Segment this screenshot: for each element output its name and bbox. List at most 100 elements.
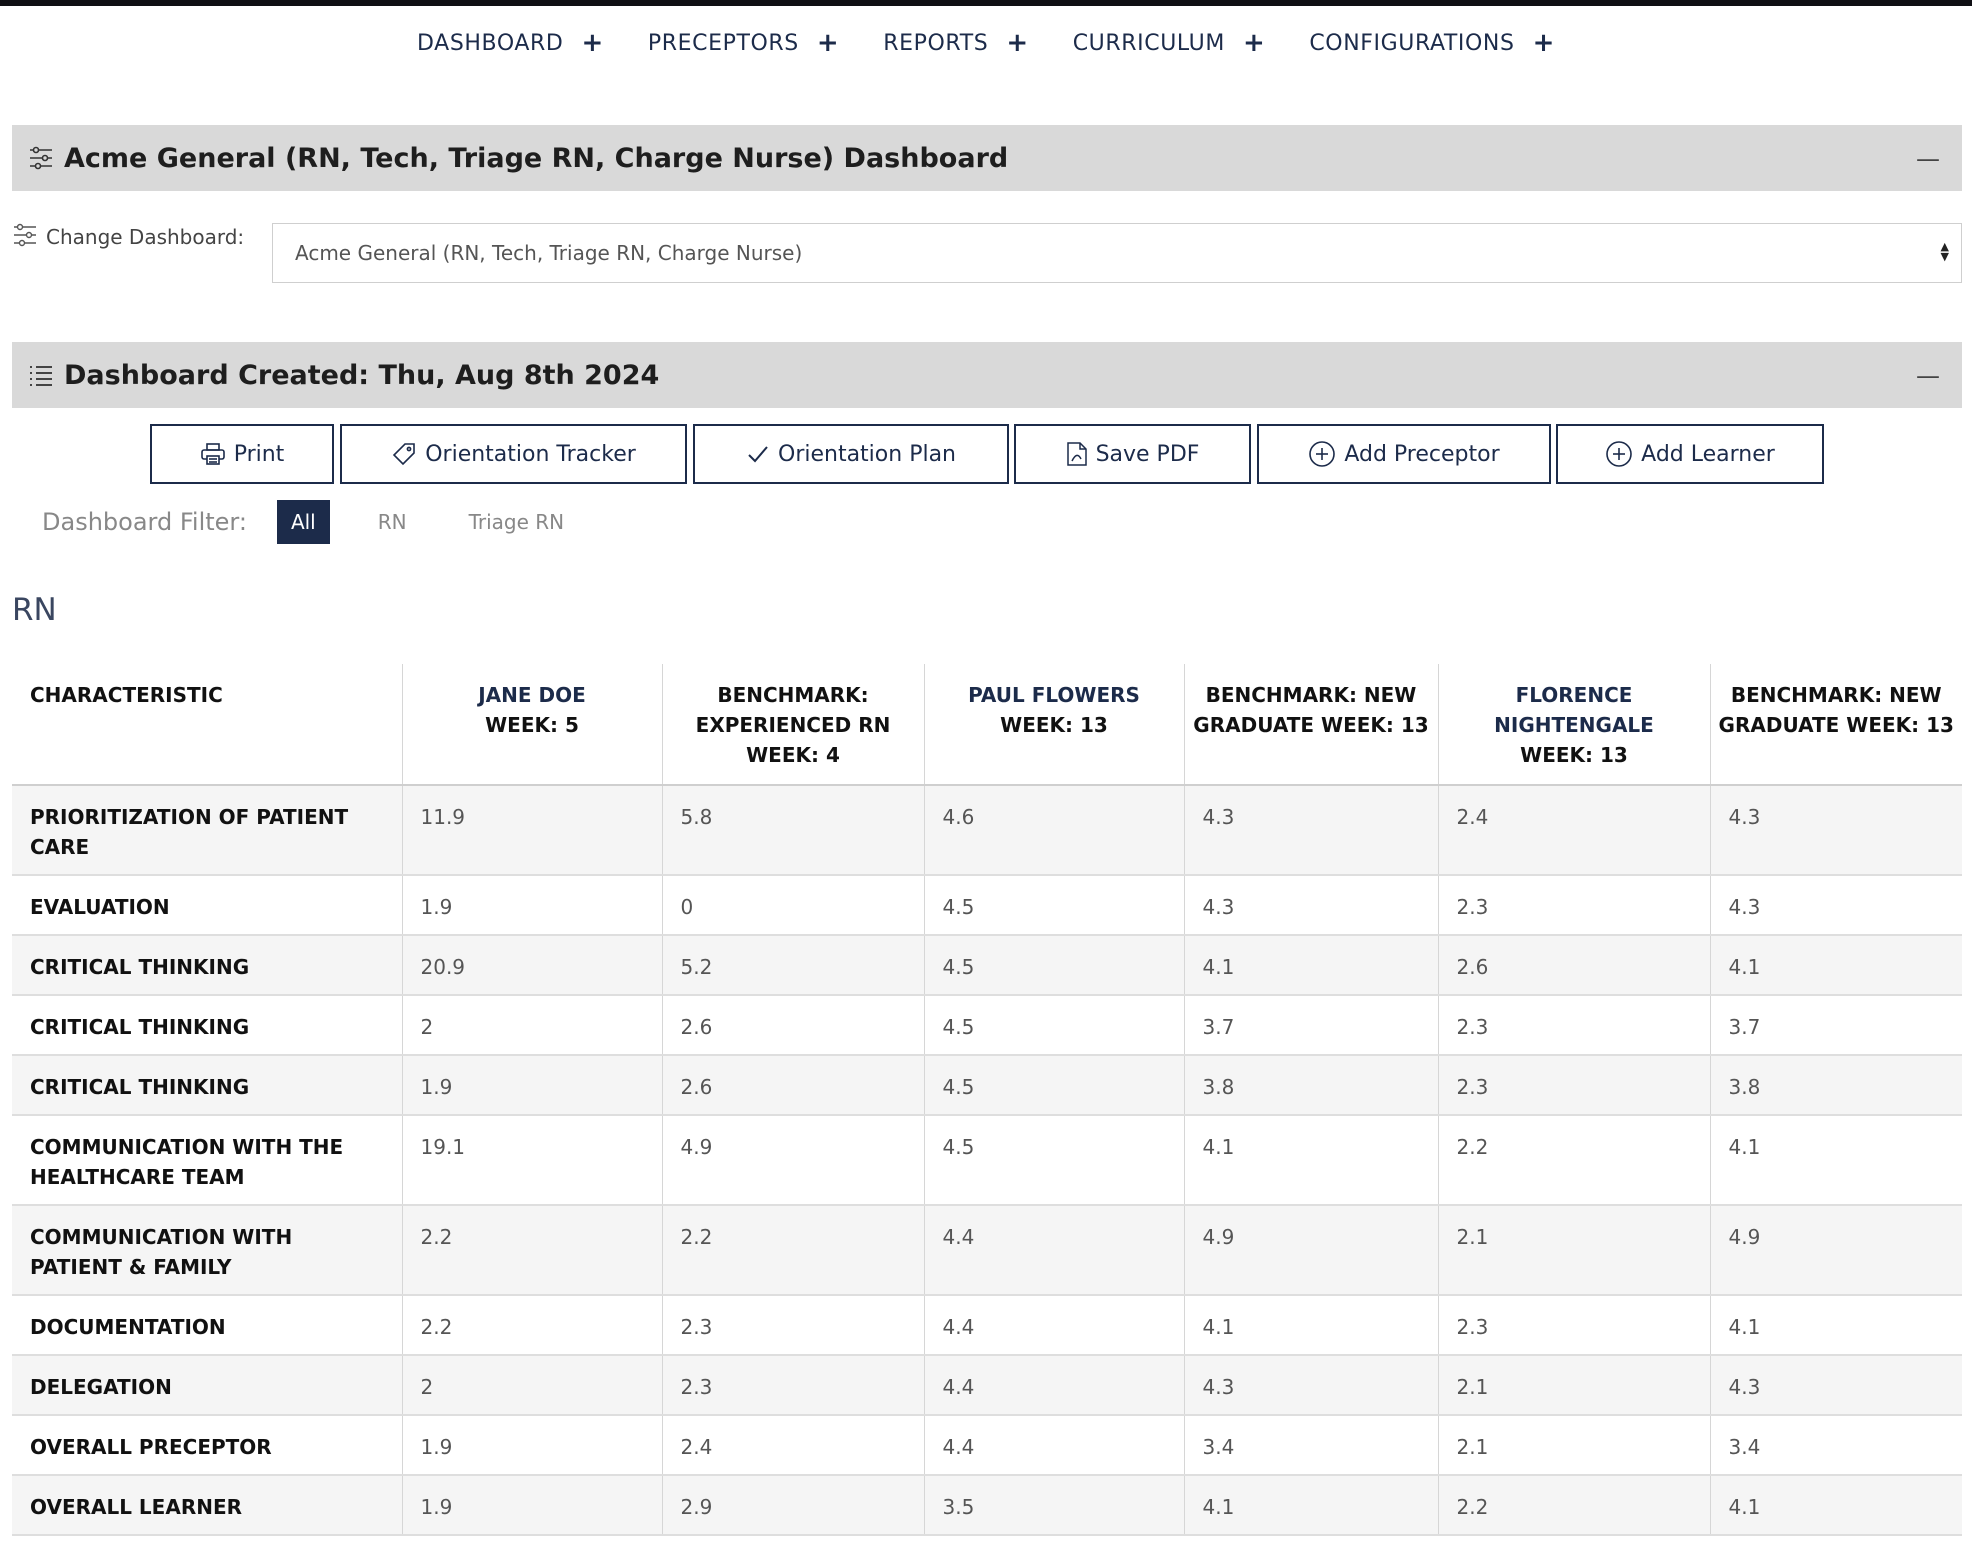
dashboard-select[interactable]: Acme General (RN, Tech, Triage RN, Charg… xyxy=(272,223,1962,283)
header-jane-doe: JANE DOE WEEK: 5 xyxy=(401,664,662,785)
top-border xyxy=(0,0,1972,6)
score-cell: 4.5 xyxy=(923,1115,1184,1205)
score-cell: 4.5 xyxy=(923,875,1184,935)
score-cell: 4.3 xyxy=(1183,1355,1438,1415)
score-cell: 2 xyxy=(401,995,662,1055)
table-row: DELEGATION 2 2.3 4.4 4.3 2.1 4.3 xyxy=(12,1355,1962,1415)
orientation-tracker-button[interactable]: Orientation Tracker xyxy=(340,424,687,484)
score-cell: 3.8 xyxy=(1183,1055,1438,1115)
created-header: Dashboard Created: Thu, Aug 8th 2024 — xyxy=(12,342,1962,408)
nav-configurations-label: CONFIGURATIONS xyxy=(1309,30,1515,56)
nav-preceptors-label: PRECEPTORS xyxy=(647,30,799,56)
score-cell: 4.1 xyxy=(1183,1115,1438,1205)
metrics-table-wrap: CHARACTERISTIC JANE DOE WEEK: 5 BENCHMAR… xyxy=(12,664,1962,1536)
score-cell: 2.4 xyxy=(1437,785,1710,875)
characteristic-cell: PRIORITIZATION OF PATIENT CARE xyxy=(30,805,349,859)
plus-circle-icon xyxy=(1605,440,1633,468)
print-button[interactable]: Print xyxy=(150,424,334,484)
header-sub: BENCHMARK: NEW GRADUATE WEEK: 13 xyxy=(1718,683,1954,737)
filter-triage-rn[interactable]: Triage RN xyxy=(455,500,579,544)
metrics-table: CHARACTERISTIC JANE DOE WEEK: 5 BENCHMAR… xyxy=(12,664,1962,1536)
characteristic-cell: EVALUATION xyxy=(30,895,170,919)
nav-preceptors[interactable]: PRECEPTORS + xyxy=(648,30,839,56)
score-cell: 19.1 xyxy=(401,1115,662,1205)
score-cell: 2.1 xyxy=(1437,1415,1710,1475)
score-cell: 1.9 xyxy=(401,875,662,935)
score-cell: 4.1 xyxy=(1183,1475,1438,1535)
table-row: COMMUNICATION WITH PATIENT & FAMILY 2.2 2.… xyxy=(12,1205,1962,1295)
nav-dashboard-label: DASHBOARD xyxy=(417,30,564,56)
change-dashboard-row: Change Dashboard: xyxy=(12,222,244,252)
score-cell: 2.6 xyxy=(661,995,924,1055)
plus-icon: + xyxy=(816,28,840,58)
learner-link[interactable]: JANE DOE xyxy=(411,680,654,710)
nav-curriculum-label: CURRICULUM xyxy=(1072,30,1225,56)
filter-label: Dashboard Filter: xyxy=(42,508,247,536)
header-sub: WEEK: 13 xyxy=(1520,743,1628,767)
add-learner-button[interactable]: Add Learner xyxy=(1556,424,1824,484)
nav-dashboard[interactable]: DASHBOARD + xyxy=(417,30,604,56)
score-cell: 3.7 xyxy=(1709,995,1962,1055)
list-icon xyxy=(28,363,54,387)
header-benchmark-experienced: BENCHMARK: EXPERIENCED RN WEEK: 4 xyxy=(661,664,924,785)
save-pdf-label: Save PDF xyxy=(1095,441,1200,467)
score-cell: 4.4 xyxy=(923,1295,1184,1355)
score-cell: 4.5 xyxy=(923,1055,1184,1115)
orientation-tracker-label: Orientation Tracker xyxy=(425,441,636,467)
orientation-plan-label: Orientation Plan xyxy=(778,441,956,467)
header-florence-nightengale: FLORENCE NIGHTENGALE WEEK: 13 xyxy=(1437,664,1710,785)
score-cell: 2.3 xyxy=(1437,1295,1710,1355)
score-cell: 1.9 xyxy=(401,1415,662,1475)
group-title: RN xyxy=(12,592,57,628)
score-cell: 4.3 xyxy=(1183,785,1438,875)
score-cell: 4.1 xyxy=(1709,1295,1962,1355)
score-cell: 2.4 xyxy=(661,1415,924,1475)
add-learner-label: Add Learner xyxy=(1641,441,1775,467)
score-cell: 5.8 xyxy=(661,785,924,875)
table-row: PRIORITIZATION OF PATIENT CARE 11.9 5.8 4.6… xyxy=(12,785,1962,875)
plus-icon: + xyxy=(1006,28,1029,58)
plus-icon: + xyxy=(1532,28,1555,58)
score-cell: 4.3 xyxy=(1183,875,1438,935)
header-sub: WEEK: 5 xyxy=(485,713,579,737)
score-cell: 2 xyxy=(401,1355,662,1415)
characteristic-cell: COMMUNICATION WITH PATIENT & FAMILY xyxy=(30,1225,293,1279)
nav-curriculum[interactable]: CURRICULUM + xyxy=(1073,30,1266,56)
score-cell: 4.9 xyxy=(661,1115,924,1205)
filter-all[interactable]: All xyxy=(276,500,330,544)
score-cell: 4.1 xyxy=(1183,935,1438,995)
collapse-created-button[interactable]: — xyxy=(1916,362,1940,390)
characteristic-cell: CRITICAL THINKING xyxy=(30,955,250,979)
score-cell: 2.6 xyxy=(1437,935,1710,995)
header-characteristic: CHARACTERISTIC xyxy=(12,664,402,785)
score-cell: 2.2 xyxy=(1437,1475,1710,1535)
score-cell: 4.9 xyxy=(1183,1205,1438,1295)
header-sub: CHARACTERISTIC xyxy=(30,683,223,707)
score-cell: 2.3 xyxy=(1437,875,1710,935)
plus-circle-icon xyxy=(1308,440,1336,468)
score-cell: 2.3 xyxy=(661,1355,924,1415)
score-cell: 4.5 xyxy=(923,935,1184,995)
score-cell: 4.5 xyxy=(923,995,1184,1055)
table-row: OVERALL PRECEPTOR 1.9 2.4 4.4 3.4 2.1 3.4 xyxy=(12,1415,1962,1475)
filter-rn[interactable]: RN xyxy=(364,500,421,544)
collapse-dashboard-button[interactable]: — xyxy=(1916,145,1940,173)
learner-link[interactable]: FLORENCE NIGHTENGALE xyxy=(1447,680,1702,740)
learner-link[interactable]: PAUL FLOWERS xyxy=(933,680,1176,710)
score-cell: 2.1 xyxy=(1437,1205,1710,1295)
score-cell: 4.4 xyxy=(923,1205,1184,1295)
score-cell: 2.1 xyxy=(1437,1355,1710,1415)
save-pdf-button[interactable]: Save PDF xyxy=(1014,424,1251,484)
table-row: CRITICAL THINKING 2 2.6 4.5 3.7 2.3 3.7 xyxy=(12,995,1962,1055)
header-sub: BENCHMARK: NEW GRADUATE WEEK: 13 xyxy=(1193,683,1429,737)
nav-reports[interactable]: REPORTS + xyxy=(883,30,1028,56)
header-paul-flowers: PAUL FLOWERS WEEK: 13 xyxy=(923,664,1184,785)
score-cell: 0 xyxy=(661,875,924,935)
dashboard-header: Acme General (RN, Tech, Triage RN, Charg… xyxy=(12,125,1962,191)
score-cell: 2.2 xyxy=(661,1205,924,1295)
orientation-plan-button[interactable]: Orientation Plan xyxy=(693,424,1009,484)
add-preceptor-button[interactable]: Add Preceptor xyxy=(1257,424,1551,484)
score-cell: 2.3 xyxy=(1437,1055,1710,1115)
nav-configurations[interactable]: CONFIGURATIONS + xyxy=(1309,30,1555,56)
score-cell: 4.1 xyxy=(1183,1295,1438,1355)
